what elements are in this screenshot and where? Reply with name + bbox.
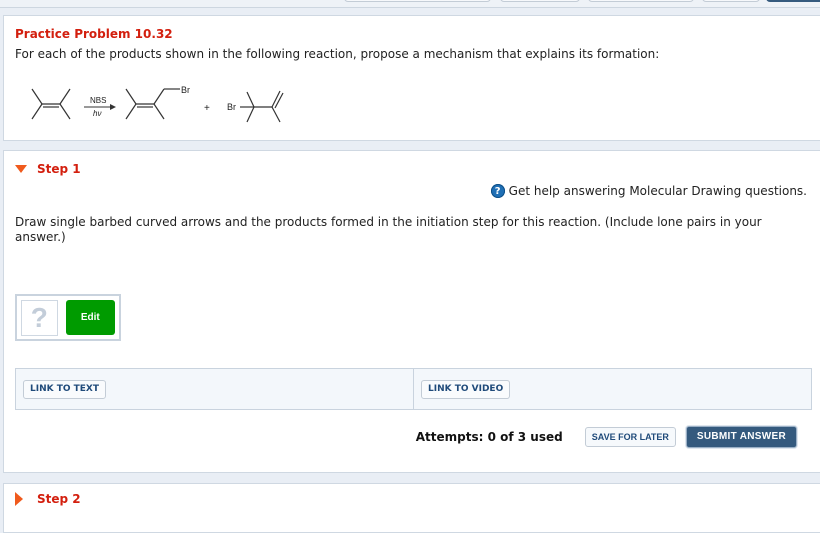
step1-panel: Step 1 ? Get help answering Molecular Dr… xyxy=(3,150,820,473)
reagent-hv: hν xyxy=(93,109,101,118)
drawing-placeholder-icon: ? xyxy=(21,299,58,336)
link-to-text-button[interactable]: LINK TO TEXT xyxy=(23,380,107,399)
toolbar-button-stub[interactable] xyxy=(766,0,820,2)
answer-actions: Attempts: 0 of 3 used SAVE FOR LATER SUB… xyxy=(416,426,797,448)
expand-triangle-icon xyxy=(15,492,23,506)
problem-title: Practice Problem 10.32 xyxy=(15,27,173,41)
help-link[interactable]: ? Get help answering Molecular Drawing q… xyxy=(490,184,807,198)
step1-toggle[interactable]: Step 1 xyxy=(15,162,81,176)
toolbar-button-stub[interactable] xyxy=(588,0,694,2)
step1-instructions: Draw single barbed curved arrows and the… xyxy=(15,215,762,244)
reaction-scheme: NBS hν Br + Br xyxy=(31,86,284,123)
product2-structure xyxy=(240,90,284,123)
help-question-icon: ? xyxy=(490,184,505,198)
toolbar-button-stub[interactable] xyxy=(344,0,491,2)
toolbar-button-stub[interactable] xyxy=(702,0,760,2)
attempts-counter: Attempts: 0 of 3 used xyxy=(415,430,563,444)
step1-label: Step 1 xyxy=(37,162,81,176)
edit-button[interactable]: Edit xyxy=(65,300,115,335)
product1-structure xyxy=(125,88,180,120)
toolbar-button-stub[interactable] xyxy=(500,0,580,2)
top-toolbar xyxy=(0,0,820,8)
submit-answer-button[interactable]: SUBMIT ANSWER xyxy=(685,426,797,448)
product1-br-label: Br xyxy=(181,86,190,95)
resource-links-row: LINK TO TEXT LINK TO VIDEO xyxy=(15,368,812,410)
product2-br-label: Br xyxy=(227,102,236,112)
reactant-structure xyxy=(31,88,71,120)
step2-panel: Step 2 xyxy=(3,483,820,533)
reagent-nbs: NBS xyxy=(90,96,106,105)
plus-sign: + xyxy=(204,103,210,114)
step2-label: Step 2 xyxy=(37,492,81,506)
molecular-drawing-widget: ? Edit xyxy=(15,294,121,341)
collapse-triangle-icon xyxy=(15,165,27,173)
problem-panel: Practice Problem 10.32 For each of the p… xyxy=(3,15,820,141)
save-for-later-button[interactable]: SAVE FOR LATER xyxy=(584,427,676,447)
help-link-text[interactable]: Get help answering Molecular Drawing que… xyxy=(509,184,807,198)
step2-toggle[interactable]: Step 2 xyxy=(15,492,81,506)
link-to-video-button[interactable]: LINK TO VIDEO xyxy=(421,380,511,399)
problem-prompt: For each of the products shown in the fo… xyxy=(15,47,660,61)
